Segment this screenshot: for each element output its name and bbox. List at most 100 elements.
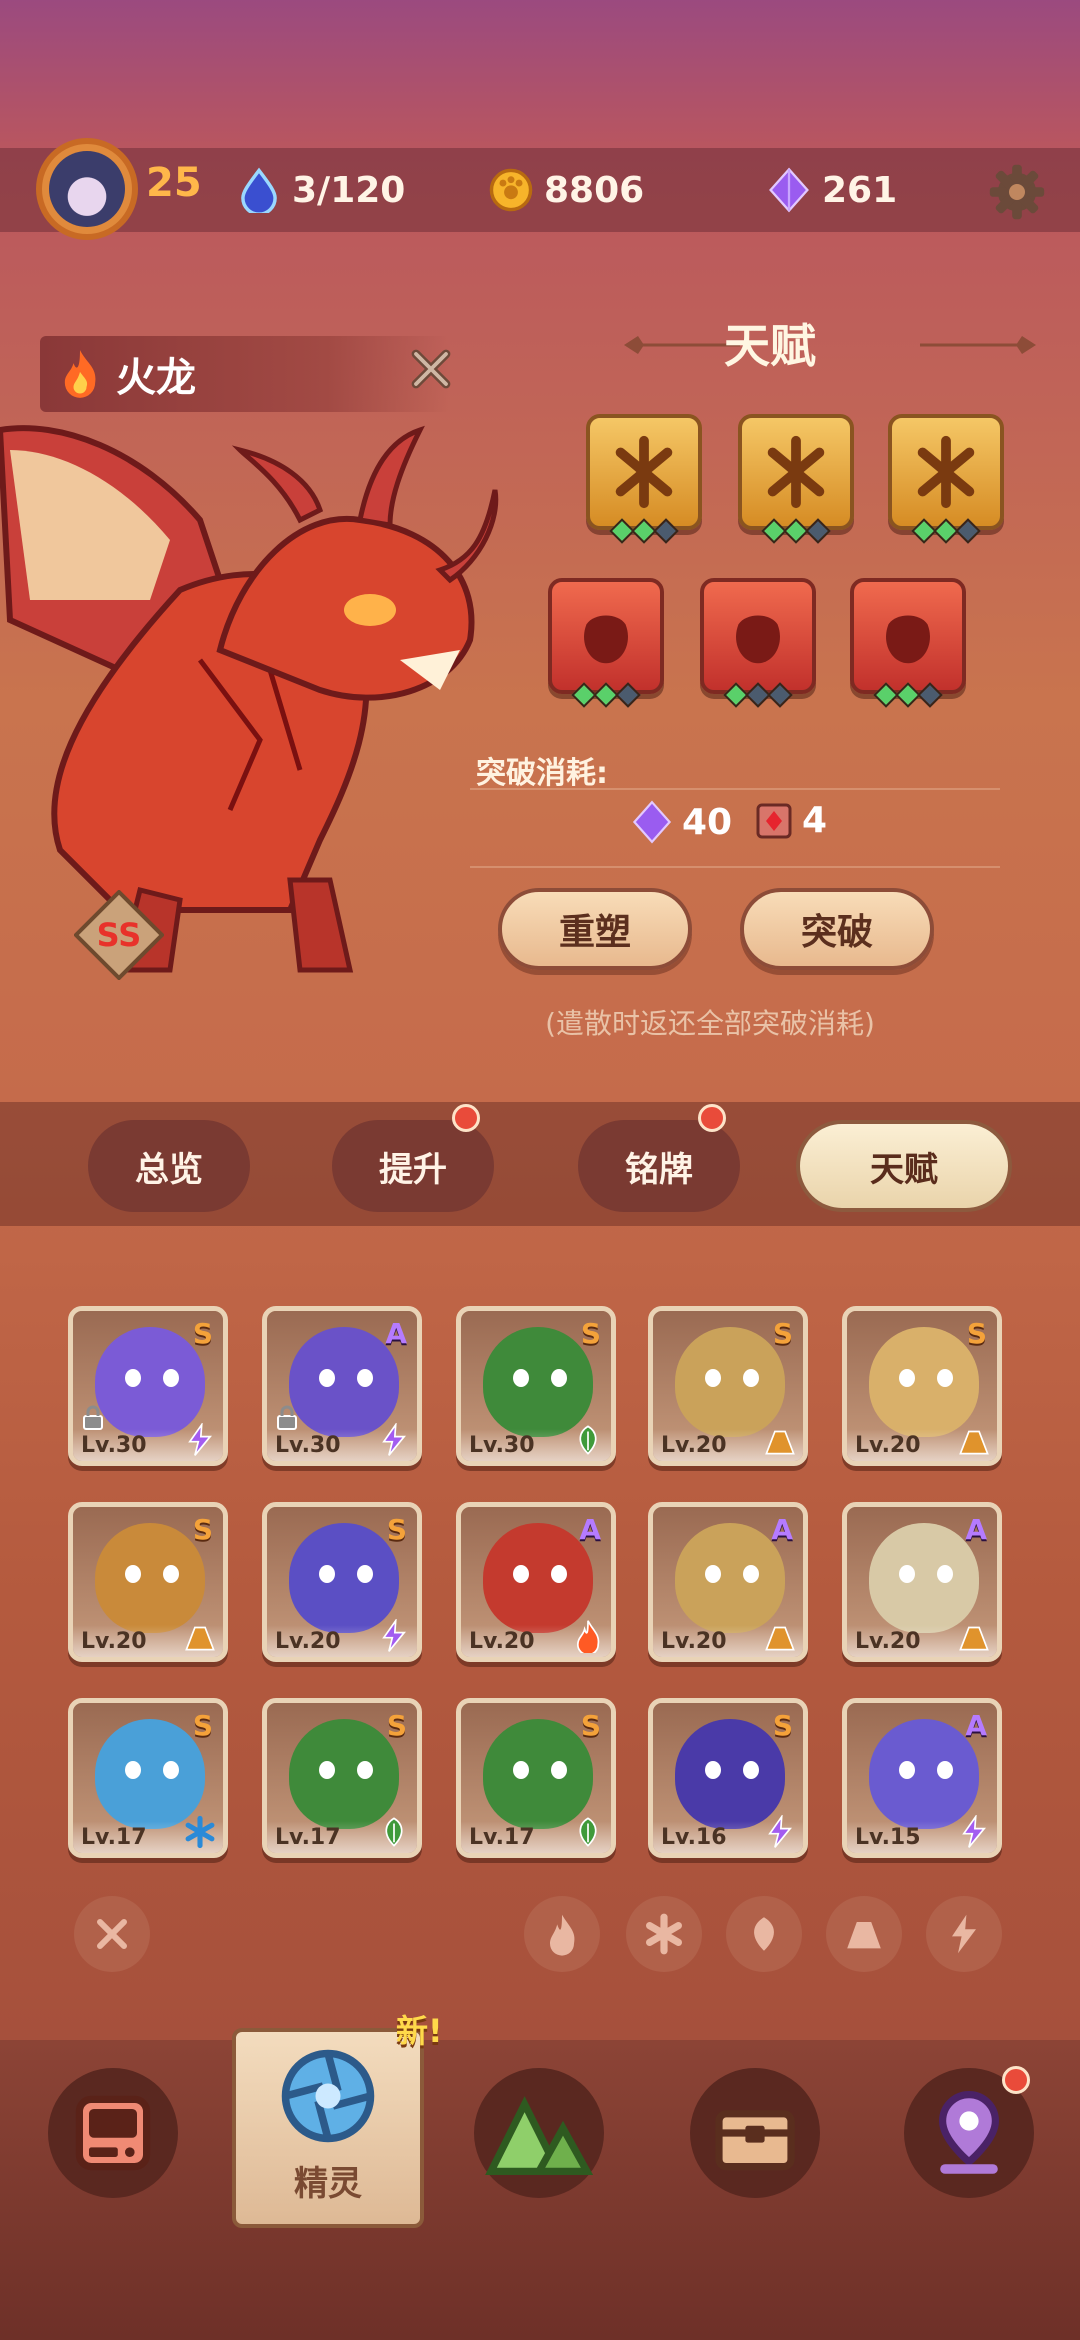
talent-level-gem [805, 518, 831, 544]
talent-slot[interactable] [850, 578, 966, 708]
new-badge: 新! [396, 2012, 443, 2050]
nav-chest-button[interactable] [690, 2068, 820, 2198]
energy-display[interactable]: 3/120 [236, 158, 405, 222]
water-drop-icon [241, 167, 277, 213]
breakthrough-button[interactable]: 突破 [740, 888, 934, 970]
creature-card[interactable]: A Lv.20 [648, 1502, 808, 1662]
creature-card[interactable]: S Lv.20 [68, 1502, 228, 1662]
creature-card[interactable]: A Lv.15 [842, 1698, 1002, 1858]
creature-card[interactable]: S Lv.20 [648, 1306, 808, 1466]
tab-2[interactable]: 铭牌 [578, 1120, 740, 1212]
ice-icon [646, 1913, 682, 1955]
creature-card[interactable]: S Lv.17 [68, 1698, 228, 1858]
coin-value: 8806 [544, 169, 645, 211]
electric-icon [952, 1914, 976, 1954]
claw-talent-icon [615, 435, 673, 509]
creature-portrait [675, 1719, 785, 1829]
close-icon[interactable] [406, 344, 456, 394]
nav-spirits-button[interactable]: 精灵 [232, 2028, 424, 2228]
creature-rank: A [579, 1513, 601, 1546]
filter-grass-button[interactable] [726, 1896, 802, 1972]
creature-portrait [869, 1719, 979, 1829]
creature-card[interactable]: S Lv.16 [648, 1698, 808, 1858]
nav-map-button[interactable] [474, 2068, 604, 2198]
gear-icon[interactable] [985, 160, 1049, 224]
red-crystal-icon [756, 803, 792, 838]
creature-rank: A [965, 1709, 987, 1742]
filter-ice-button[interactable] [626, 1896, 702, 1972]
nav-spirits-label: 精灵 [294, 2164, 362, 2204]
creature-portrait [483, 1719, 593, 1829]
player-avatar[interactable] [36, 138, 138, 240]
creature-portrait [675, 1523, 785, 1633]
filter-electric-button[interactable] [926, 1896, 1002, 1972]
handheld-device-icon [75, 2095, 151, 2171]
electric-element-icon [768, 1815, 792, 1848]
flame-talent-icon [584, 615, 628, 664]
cost-gems: 40 [630, 800, 732, 844]
tab-3[interactable]: 天赋 [796, 1120, 1012, 1212]
talent-slot[interactable] [738, 414, 854, 544]
earth-element-icon [185, 1626, 215, 1651]
creature-portrait [95, 1327, 205, 1437]
creature-rank: S [192, 1709, 213, 1742]
grass-element-icon [579, 1425, 597, 1455]
creature-rank: S [192, 1513, 213, 1546]
creature-portrait [869, 1523, 979, 1633]
creature-rank: S [772, 1709, 793, 1742]
creature-name: 火龙 [116, 355, 196, 401]
filter-fire-button[interactable] [524, 1896, 600, 1972]
fire-element-icon [576, 1620, 600, 1653]
talent-slot[interactable] [586, 414, 702, 544]
talent-level-gem [615, 682, 641, 708]
breakthrough-cost-label: 突破消耗: [476, 756, 608, 791]
creature-card[interactable]: S Lv.30 [456, 1306, 616, 1466]
creature-card[interactable]: S Lv.17 [262, 1698, 422, 1858]
talent-slot[interactable] [888, 414, 1004, 544]
coin-display[interactable]: 8806 [488, 158, 644, 222]
creature-rank: S [192, 1317, 213, 1350]
notification-dot [452, 1104, 480, 1132]
notification-dot [698, 1104, 726, 1132]
creature-card[interactable]: S Lv.17 [456, 1698, 616, 1858]
creature-card[interactable]: A Lv.30 [262, 1306, 422, 1466]
creature-card[interactable]: S Lv.20 [262, 1502, 422, 1662]
nav-device-button[interactable] [48, 2068, 178, 2198]
tab-0[interactable]: 总览 [88, 1120, 250, 1212]
electric-element-icon [382, 1619, 406, 1652]
creature-card[interactable]: A Lv.20 [842, 1502, 1002, 1662]
filter-clear-button[interactable] [74, 1896, 150, 1972]
electric-element-icon [188, 1423, 212, 1456]
creature-portrait [289, 1719, 399, 1829]
coin-icon [489, 168, 533, 212]
tab-1[interactable]: 提升 [332, 1120, 494, 1212]
creature-portrait [289, 1523, 399, 1633]
cost-items: 4 [754, 800, 827, 841]
creature-card[interactable]: A Lv.20 [456, 1502, 616, 1662]
claw-talent-icon [767, 435, 825, 509]
talent-slot[interactable] [548, 578, 664, 708]
electric-element-icon [382, 1423, 406, 1456]
creature-rank: S [966, 1317, 987, 1350]
talent-level-gem [653, 518, 679, 544]
earth-element-icon [765, 1626, 795, 1651]
grass-element-icon [579, 1817, 597, 1847]
earth-element-icon [765, 1430, 795, 1455]
electric-element-icon [962, 1815, 986, 1848]
gem-display[interactable]: 261 [766, 158, 897, 222]
creature-card[interactable]: S Lv.30 [68, 1306, 228, 1466]
lock-icon [277, 1405, 297, 1430]
earth-icon [847, 1922, 881, 1949]
creature-rank: S [772, 1317, 793, 1350]
talent-level-gem [917, 682, 943, 708]
filter-earth-button[interactable] [826, 1896, 902, 1972]
creature-rank: A [385, 1317, 407, 1350]
grass-element-icon [385, 1817, 403, 1847]
creature-portrait [483, 1523, 593, 1633]
creature-card[interactable]: S Lv.20 [842, 1306, 1002, 1466]
reshape-button[interactable]: 重塑 [498, 888, 692, 970]
creature-rank: S [386, 1709, 407, 1742]
location-pin-icon [938, 2090, 1000, 2174]
creature-portrait [289, 1327, 399, 1437]
talent-slot[interactable] [700, 578, 816, 708]
